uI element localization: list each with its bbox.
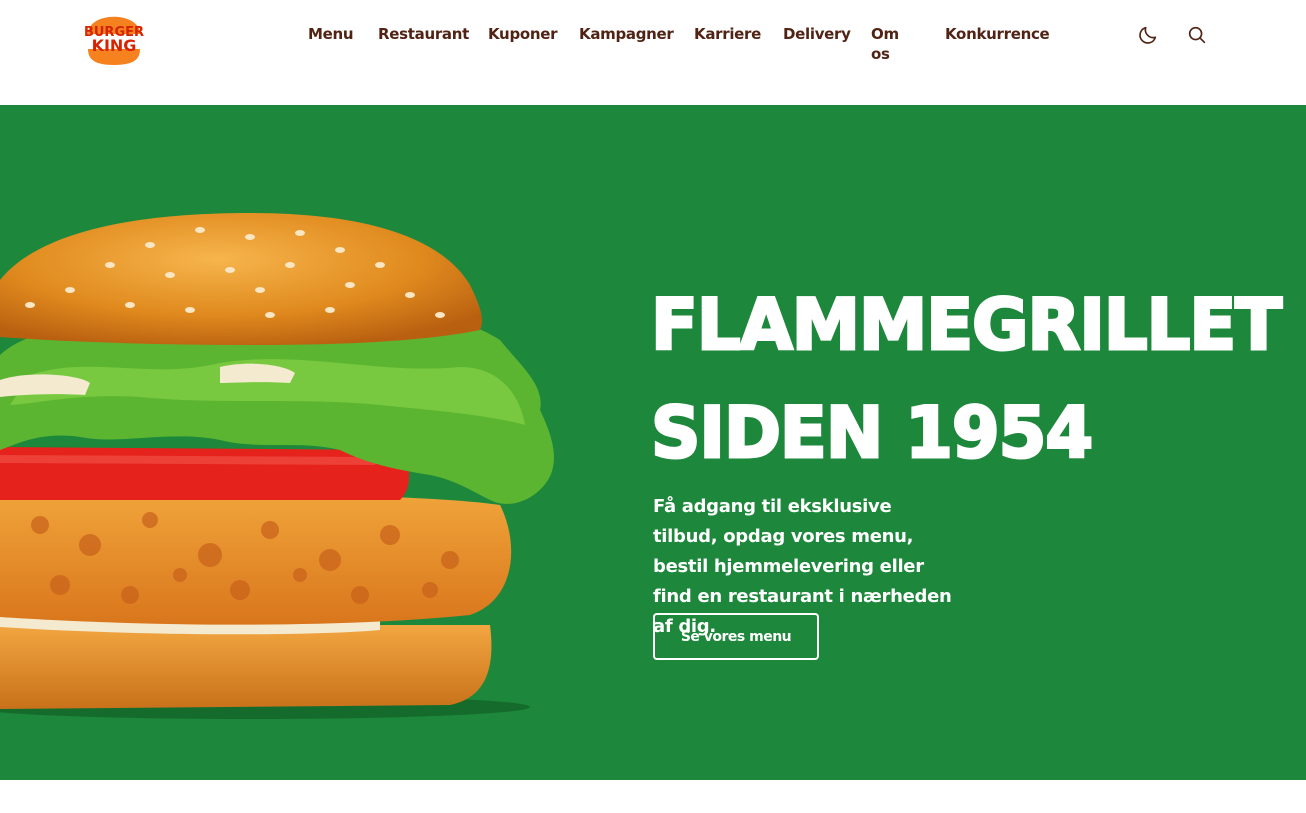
chicken-burger-image [0, 105, 570, 780]
hero-headline: FLAMMEGRILLET SIDEN 1954 [650, 271, 1288, 487]
hero-banner: FLAMMEGRILLET SIDEN 1954 Få adgang til e… [0, 105, 1306, 780]
see-menu-button[interactable]: Se vores menu [653, 613, 819, 660]
nav-item-restaurant[interactable]: Restaurant [378, 24, 469, 44]
nav-item-karriere[interactable]: Karriere [694, 24, 761, 44]
nav-item-kampagner[interactable]: Kampagner [579, 24, 674, 44]
nav-item-konkurrence[interactable]: Konkurrence [945, 24, 1050, 44]
nav-item-om-os[interactable]: Om os [871, 24, 899, 64]
nav-item-menu[interactable]: Menu [308, 24, 354, 44]
search-icon[interactable] [1186, 24, 1208, 46]
page-bottom [0, 780, 1306, 813]
nav-item-kuponer[interactable]: Kuponer [488, 24, 558, 44]
site-header: BURGER KING Menu Restaurant Kuponer Kamp… [0, 0, 1306, 105]
burger-king-logo[interactable]: BURGER KING [82, 3, 146, 69]
nav-item-delivery[interactable]: Delivery [783, 24, 851, 44]
hero-headline-line2: SIDEN 1954 [650, 391, 1095, 476]
hero-headline-line1: FLAMMEGRILLET [650, 283, 1284, 368]
moon-icon[interactable] [1137, 24, 1159, 46]
logo-text-king: KING [92, 36, 137, 55]
